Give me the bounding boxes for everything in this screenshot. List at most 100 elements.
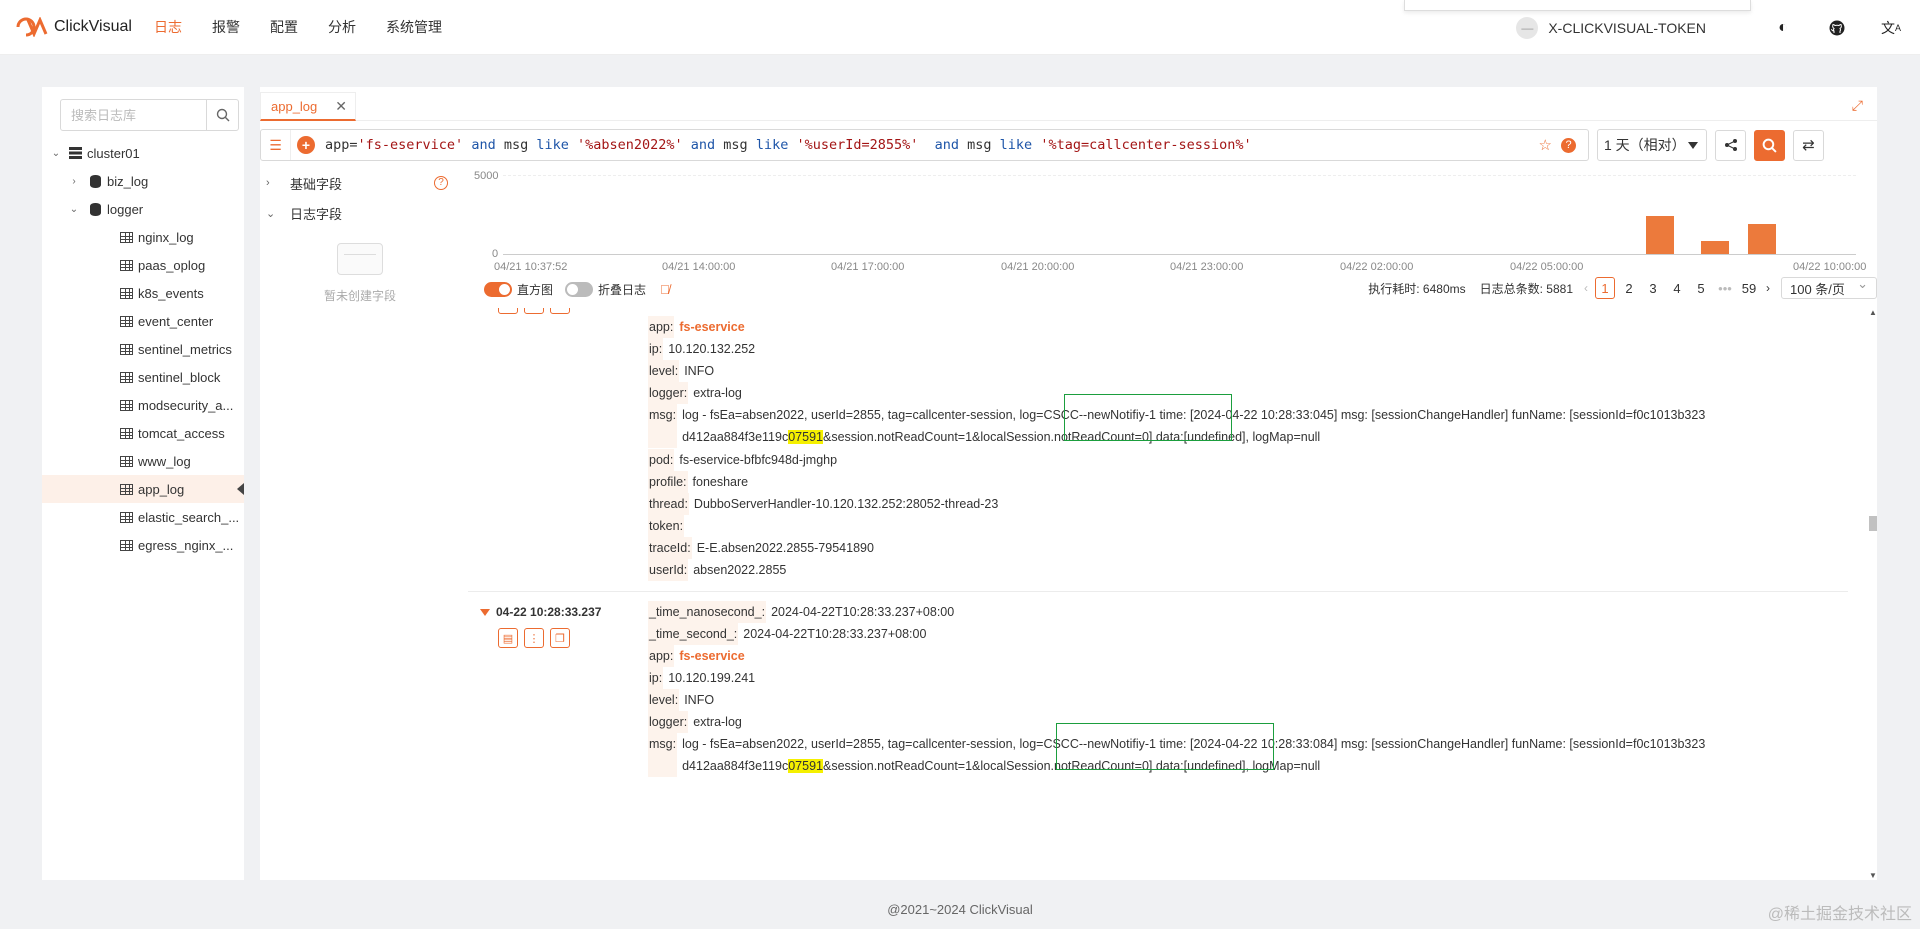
- table-item[interactable]: tomcat_access: [42, 419, 244, 447]
- field-value[interactable]: INFO: [684, 689, 714, 711]
- search-icon[interactable]: [206, 100, 238, 130]
- scrollbar[interactable]: ▲ ▼: [1868, 308, 1877, 880]
- chevron-right-icon[interactable]: ›: [68, 176, 80, 187]
- field-value[interactable]: fs-eservice-bfbfc948d-jmghp: [679, 449, 837, 471]
- field-key[interactable]: msg:: [648, 733, 678, 777]
- field-key[interactable]: app:: [648, 316, 675, 338]
- add-condition-icon[interactable]: +: [297, 136, 315, 154]
- field-key[interactable]: app:: [648, 645, 675, 667]
- eye-hidden-icon[interactable]: 👁̸: [660, 282, 670, 297]
- page-ellipsis[interactable]: •••: [1715, 277, 1735, 299]
- field-value[interactable]: INFO: [684, 360, 714, 382]
- query-history-icon[interactable]: ☰: [261, 130, 291, 160]
- prev-page-icon[interactable]: ‹: [1584, 281, 1588, 295]
- field-value[interactable]: fs-eservice: [679, 316, 744, 338]
- search-button[interactable]: [1754, 129, 1785, 161]
- table-item-selected[interactable]: app_log: [42, 475, 244, 503]
- share-button[interactable]: [1715, 129, 1746, 161]
- field-value[interactable]: E-E.absen2022.2855-79541890: [697, 537, 874, 559]
- field-value[interactable]: fs-eservice: [679, 645, 744, 667]
- time-range-select[interactable]: 1 天（相对）: [1597, 129, 1707, 161]
- table-item[interactable]: elastic_search_...: [42, 503, 244, 531]
- table-item[interactable]: sentinel_block: [42, 363, 244, 391]
- copy-icon[interactable]: ❐: [550, 628, 570, 648]
- histogram-toggle[interactable]: [484, 281, 512, 297]
- table-item[interactable]: egress_nginx_...: [42, 531, 244, 559]
- copy-json-icon[interactable]: [498, 308, 518, 314]
- caret-down-icon[interactable]: [480, 608, 490, 616]
- nav-item-config[interactable]: 配置: [270, 17, 298, 37]
- theme-icon[interactable]: ◐: [1772, 17, 1794, 39]
- table-item[interactable]: nginx_log: [42, 223, 244, 251]
- field-key[interactable]: _time_second_:: [648, 623, 739, 645]
- field-key[interactable]: token:: [648, 515, 685, 537]
- tab-app-log[interactable]: app_log ✕: [260, 92, 356, 121]
- switch-mode-button[interactable]: ⇄: [1793, 129, 1824, 161]
- star-icon[interactable]: ☆: [1539, 136, 1552, 154]
- field-key[interactable]: thread:: [648, 493, 689, 515]
- field-value[interactable]: foneshare: [693, 471, 749, 493]
- next-page-icon[interactable]: ›: [1766, 281, 1770, 295]
- more-icon[interactable]: ⋮: [524, 628, 544, 648]
- field-value[interactable]: 10.120.132.252: [668, 338, 755, 360]
- page-size-select[interactable]: 100 条/页: [1781, 276, 1877, 299]
- page-4[interactable]: 4: [1667, 277, 1687, 299]
- help-icon[interactable]: ?: [1561, 137, 1576, 153]
- field-key[interactable]: level:: [648, 689, 680, 711]
- copy-json-icon[interactable]: ▤: [498, 628, 518, 648]
- field-value[interactable]: 2024-04-22T10:28:33.237+08:00: [743, 623, 926, 645]
- histogram-bar[interactable]: [1646, 216, 1674, 254]
- table-item[interactable]: paas_oplog: [42, 251, 244, 279]
- github-icon[interactable]: [1826, 17, 1848, 39]
- field-value[interactable]: DubboServerHandler-10.120.132.252:28052-…: [694, 493, 998, 515]
- more-icon[interactable]: [524, 308, 544, 314]
- page-3[interactable]: 3: [1643, 277, 1663, 299]
- field-key[interactable]: logger:: [648, 382, 689, 404]
- table-item[interactable]: www_log: [42, 447, 244, 475]
- help-icon[interactable]: ?: [434, 176, 448, 190]
- chevron-down-icon[interactable]: ⌄: [68, 204, 80, 215]
- fold-log-toggle[interactable]: [565, 281, 594, 297]
- field-value[interactable]: extra-log: [693, 382, 742, 404]
- page-5[interactable]: 5: [1691, 277, 1711, 299]
- copy-icon[interactable]: [550, 308, 570, 314]
- nav-item-system[interactable]: 系统管理: [386, 17, 442, 37]
- search-input[interactable]: [61, 100, 206, 130]
- scroll-thumb[interactable]: [1869, 516, 1877, 531]
- table-item[interactable]: k8s_events: [42, 279, 244, 307]
- fullscreen-icon[interactable]: ⤢: [1852, 97, 1863, 114]
- table-item[interactable]: sentinel_metrics: [42, 335, 244, 363]
- field-key[interactable]: logger:: [648, 711, 689, 733]
- field-key[interactable]: traceId:: [648, 537, 692, 559]
- query-input-box[interactable]: ☰ + app='fs-eservice' and msg like '%abs…: [260, 129, 1589, 161]
- log-entry-time[interactable]: 04-22 10:28:33.237: [480, 605, 601, 619]
- field-key[interactable]: pod:: [648, 449, 675, 471]
- scroll-down-icon[interactable]: ▼: [1869, 871, 1877, 880]
- histogram-bar[interactable]: [1748, 223, 1776, 254]
- field-key[interactable]: ip:: [648, 338, 664, 360]
- field-key[interactable]: ip:: [648, 667, 664, 689]
- field-key[interactable]: _time_nanosecond_:: [648, 601, 767, 623]
- basic-fields-header[interactable]: › 基础字段 ?: [260, 168, 460, 198]
- app-logo[interactable]: ClickVisual: [16, 17, 132, 37]
- chevron-down-icon[interactable]: ⌄: [50, 148, 62, 159]
- field-key[interactable]: level:: [648, 360, 680, 382]
- field-value[interactable]: absen2022.2855: [693, 559, 786, 581]
- page-last[interactable]: 59: [1739, 277, 1759, 299]
- query-input[interactable]: app='fs-eservice' and msg like '%absen20…: [325, 137, 1252, 153]
- field-key[interactable]: msg:: [648, 404, 678, 448]
- nav-item-analysis[interactable]: 分析: [328, 17, 356, 37]
- tree-db-logger[interactable]: ⌄ logger: [42, 195, 244, 223]
- table-item[interactable]: modsecurity_a...: [42, 391, 244, 419]
- page-2[interactable]: 2: [1619, 277, 1639, 299]
- log-fields-header[interactable]: ⌄ 日志字段: [260, 198, 460, 228]
- user-token[interactable]: — X-CLICKVISUAL-TOKEN: [1516, 16, 1706, 39]
- tree-db-biz_log[interactable]: › biz_log: [42, 167, 244, 195]
- field-value[interactable]: extra-log: [693, 711, 742, 733]
- field-value[interactable]: 2024-04-22T10:28:33.237+08:00: [771, 601, 954, 623]
- histogram-bar[interactable]: [1701, 241, 1729, 254]
- field-value-msg[interactable]: log - fsEa=absen2022, userId=2855, tag=c…: [682, 404, 1832, 448]
- tree-cluster[interactable]: ⌄ cluster01: [42, 139, 244, 167]
- nav-item-logs[interactable]: 日志: [154, 17, 182, 37]
- table-item[interactable]: event_center: [42, 307, 244, 335]
